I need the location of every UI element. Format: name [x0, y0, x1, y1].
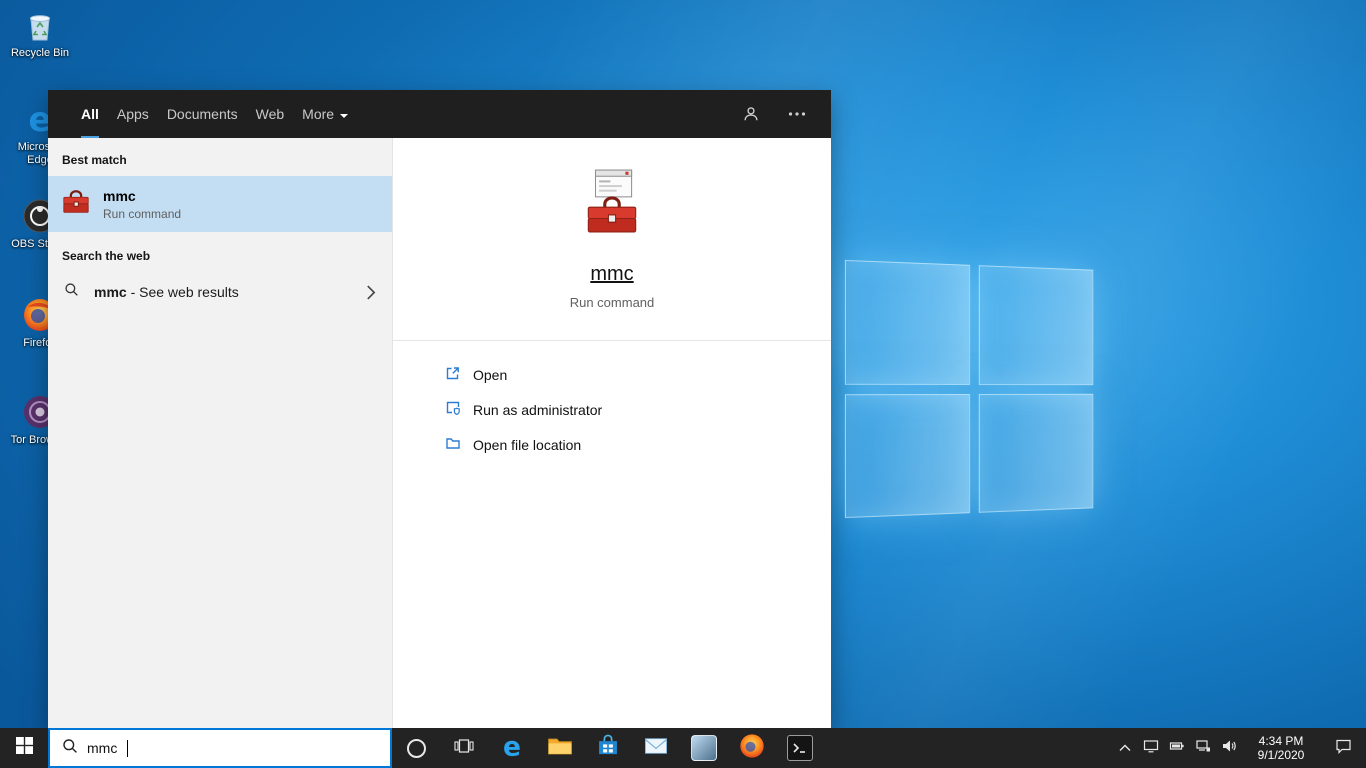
tray-volume-button[interactable]	[1216, 728, 1242, 768]
clock-date: 9/1/2020	[1257, 748, 1305, 762]
tab-all[interactable]: All	[72, 90, 108, 138]
action-label: Open	[473, 366, 508, 383]
action-label: Open file location	[473, 436, 582, 453]
best-match-result-mmc[interactable]: mmc Run command	[48, 176, 392, 232]
display-icon	[1143, 738, 1159, 759]
desktop-icon-recycle-bin[interactable]: Recycle Bin	[4, 6, 76, 60]
web-query: mmc	[94, 284, 127, 300]
taskbar-pinned-app-button[interactable]	[680, 728, 728, 768]
network-icon	[1195, 738, 1211, 759]
taskbar-store-button[interactable]	[584, 728, 632, 768]
taskbar-edge-button[interactable]: e	[488, 728, 536, 768]
search-the-web-header: Search the web	[62, 249, 151, 263]
cortana-icon	[406, 738, 426, 758]
clock-time: 4:34 PM	[1258, 734, 1304, 748]
chevron-down-icon	[339, 106, 349, 122]
tab-label: More	[302, 106, 335, 122]
search-input-value: mmc	[87, 740, 118, 756]
tab-more[interactable]: More	[293, 90, 358, 138]
best-match-header: Best match	[62, 153, 127, 167]
preview-title[interactable]: mmc	[590, 263, 633, 286]
volume-icon	[1221, 738, 1237, 759]
windows-logo-pane	[844, 259, 970, 385]
windows-logo-pane	[978, 393, 1094, 513]
task-view-icon	[454, 738, 474, 759]
preview-subtitle: Run command	[569, 295, 655, 310]
desktop-icon-label: Recycle Bin	[10, 47, 70, 59]
mmc-toolbox-icon	[61, 187, 91, 222]
start-icon	[15, 737, 33, 759]
taskbar: mmc e 4:34 PM 9/1/2020	[0, 728, 1366, 768]
result-preview-pane: mmc Run command Open Run as administrato…	[392, 138, 831, 728]
taskbar-search-input[interactable]: mmc	[48, 728, 392, 768]
action-open[interactable]: Open	[393, 357, 831, 392]
search-results-list: Best match mmc Run command Search the we…	[48, 138, 392, 728]
windows-logo-wallpaper	[844, 259, 1094, 519]
shield-window-icon	[445, 400, 461, 419]
result-title: mmc	[103, 187, 136, 204]
edge-icon: e	[498, 731, 526, 765]
action-center-button[interactable]	[1320, 728, 1366, 768]
mmc-toolbox-large-icon	[579, 169, 645, 238]
cortana-button[interactable]	[392, 728, 440, 768]
taskbar-clock[interactable]: 4:34 PM 9/1/2020	[1242, 728, 1320, 768]
chevron-up-icon	[1119, 739, 1131, 757]
tab-web[interactable]: Web	[247, 90, 294, 138]
open-icon	[445, 365, 461, 384]
task-view-button[interactable]	[440, 728, 488, 768]
glass-app-icon	[691, 735, 717, 761]
tray-battery-button[interactable]	[1164, 728, 1190, 768]
file-explorer-icon	[546, 732, 574, 765]
taskbar-firefox-button[interactable]	[728, 728, 776, 768]
action-label: Run as administrator	[473, 401, 603, 418]
store-icon	[595, 733, 621, 764]
command-prompt-icon	[787, 735, 813, 761]
action-open-file-location[interactable]: Open file location	[393, 427, 831, 462]
action-run-as-administrator[interactable]: Run as administrator	[393, 392, 831, 427]
search-panel: All Apps Documents Web More Best match m…	[48, 90, 831, 728]
windows-logo-pane	[844, 393, 970, 519]
account-icon[interactable]	[733, 96, 769, 132]
svg-text:e: e	[503, 732, 521, 760]
start-button[interactable]	[0, 728, 48, 768]
tab-label: Apps	[116, 106, 149, 122]
context-actions: Open Run as administrator Open file loca…	[393, 341, 831, 478]
taskbar-mail-button[interactable]	[632, 728, 680, 768]
text-cursor	[127, 739, 129, 757]
tab-documents[interactable]: Documents	[158, 90, 247, 138]
show-hidden-icons-button[interactable]	[1112, 728, 1138, 768]
windows-logo-pane	[978, 265, 1094, 385]
tab-label: Web	[255, 106, 285, 122]
search-icon	[62, 738, 78, 759]
taskbar-empty-space	[824, 728, 1112, 768]
search-icon	[64, 282, 79, 302]
search-panel-header: All Apps Documents Web More	[48, 90, 831, 138]
taskbar-command-prompt-button[interactable]	[776, 728, 824, 768]
chevron-right-icon[interactable]	[366, 285, 376, 300]
tab-label: All	[81, 106, 99, 122]
taskbar-file-explorer-button[interactable]	[536, 728, 584, 768]
tray-network-button[interactable]	[1190, 728, 1216, 768]
recycle-bin-icon	[21, 6, 59, 44]
result-subtitle: Run command	[103, 206, 182, 221]
firefox-icon	[738, 732, 766, 765]
web-search-result[interactable]: mmc - See web results	[48, 272, 392, 312]
tray-display-button[interactable]	[1138, 728, 1164, 768]
folder-icon	[445, 435, 461, 454]
ellipsis-icon[interactable]	[779, 96, 815, 132]
action-center-icon	[1335, 738, 1352, 759]
tab-label: Documents	[166, 106, 238, 122]
mail-icon	[643, 733, 669, 764]
battery-icon	[1169, 738, 1185, 759]
web-suffix: - See web results	[126, 284, 239, 300]
tab-apps[interactable]: Apps	[108, 90, 158, 138]
